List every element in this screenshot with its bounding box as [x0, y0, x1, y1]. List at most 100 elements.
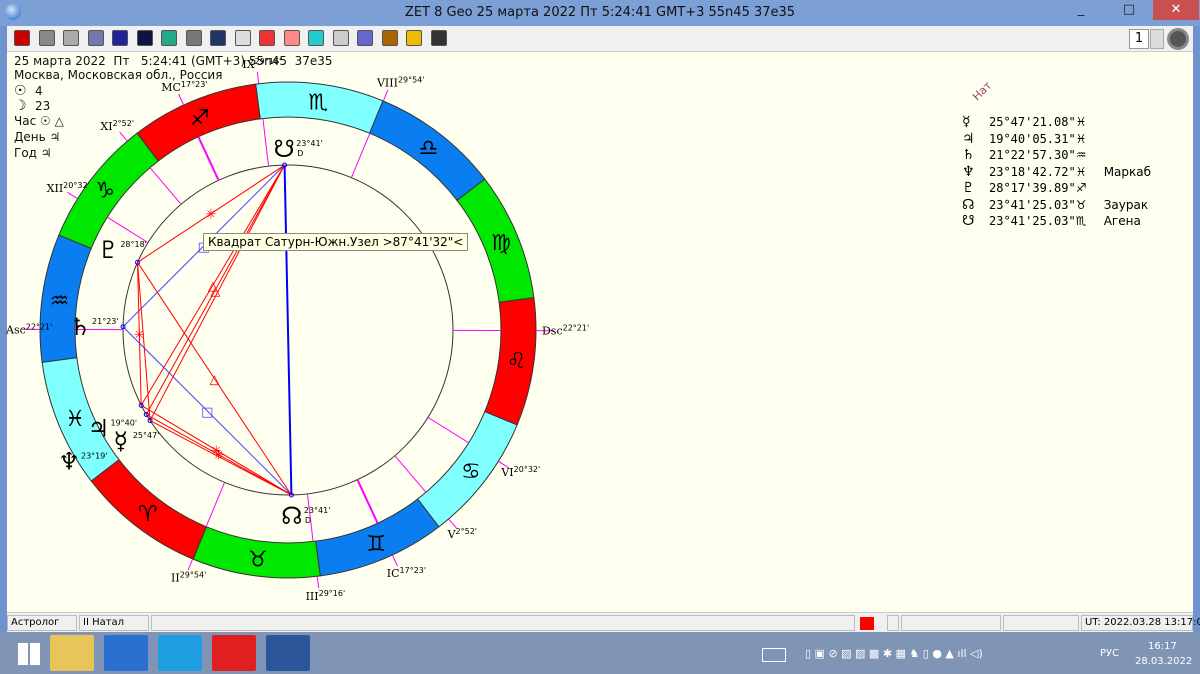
planet-position-row: ☿ 25°47'21.08"♓	[962, 114, 1151, 131]
status-ut: UT: 2022.03.28 13:17:00	[1081, 615, 1200, 631]
aspect-trine-marker: △	[209, 373, 219, 388]
ie-icon[interactable]	[158, 635, 202, 671]
day-ruler: День ♃	[14, 130, 61, 144]
sun-value: 4	[35, 84, 43, 98]
house-degree: 2°52'	[456, 527, 477, 536]
house-name: III	[306, 590, 319, 603]
status-panel	[1003, 615, 1079, 631]
status-indicator	[860, 617, 874, 630]
zodiac-sign-glyph: ♐	[190, 106, 210, 131]
fixed-star: Заурак	[1103, 197, 1149, 212]
house-cusp-line	[394, 455, 427, 493]
sign-glyph: ♏	[1075, 214, 1087, 228]
planet-glyph: ♃	[962, 130, 975, 147]
zodiac-sign-glyph: ♏	[308, 90, 328, 115]
planet-position-row: ♃ 19°40'05.31"♓	[962, 131, 1151, 148]
south-node-direct-label: D	[297, 149, 303, 158]
tray-icons[interactable]: ▯ ▣ ⊘ ▧ ▨ ▩ ✱ ▦ ♞ ▯ ● ▲ ıll ◁)	[805, 647, 1085, 663]
house-name: VIII	[376, 77, 398, 90]
south-node-degree: 23°41'	[296, 139, 323, 148]
planet-longitude: 23°18'42.72"	[989, 164, 1076, 179]
sign-glyph: ♓	[1075, 115, 1087, 129]
house-name: Dsc	[542, 325, 563, 338]
aspect-sextile-marker: ✳	[206, 208, 217, 223]
start-icon[interactable]	[8, 635, 52, 671]
mercury-icon: ☿	[113, 427, 128, 455]
aspect-line-opposition	[283, 165, 293, 495]
planet-position-row: ☋ 23°41'25.03"♏ Агена	[962, 213, 1151, 230]
hour-ruler: Час ☉ △	[14, 114, 64, 128]
zodiac-sign-glyph: ♋	[461, 459, 481, 484]
chart-date-line: 25 марта 2022 Пт 5:24:41 (GMT+3) 55n45 3…	[14, 54, 333, 68]
north-node-direct-label: D	[305, 516, 311, 525]
house-name: MC	[161, 81, 181, 94]
yandex-icon[interactable]	[212, 635, 256, 671]
language-indicator[interactable]: РУС	[1100, 648, 1119, 659]
house-cusp-label: Dsc22°21'	[542, 324, 589, 338]
status-user: Астролог	[7, 615, 77, 631]
sign-glyph: ♐	[1075, 181, 1087, 195]
status-bar: Астролог II Натал UT: 2022.03.28 13:17:0…	[7, 612, 1200, 632]
zodiac-sign-glyph: ♊	[366, 532, 386, 557]
house-cusp-tick	[256, 71, 260, 84]
keyboard-icon[interactable]	[762, 648, 786, 662]
planet-glyph: ☊	[962, 196, 975, 213]
house-degree: 29°16'	[319, 589, 346, 598]
sun-icon: ☉	[14, 83, 27, 99]
house-cusp-label: V2°52'	[447, 527, 477, 541]
planet-glyph: ♄	[962, 147, 975, 163]
house-cusp-tick	[382, 89, 389, 102]
planet-glyph: ♇	[962, 180, 975, 196]
planet-glyph: ♆	[962, 163, 975, 180]
moon-value: 23	[35, 99, 51, 113]
clock-time[interactable]: 16:17	[1148, 641, 1177, 652]
sign-glyph: ♉	[1075, 197, 1087, 212]
house-cusp-tick	[119, 131, 128, 142]
planet-longitude: 23°41'25.03"	[989, 197, 1076, 212]
house-degree: 17°23'	[400, 566, 427, 575]
planet-longitude: 25°47'21.08"	[989, 115, 1076, 129]
zodiac-sign-glyph: ♑	[95, 179, 115, 204]
planet-glyph: ☿	[962, 114, 971, 130]
house-cusp-label: VI20°32'	[500, 465, 540, 479]
jupiter-icon: ♃	[88, 414, 110, 442]
planet-longitude: 21°22'57.30"	[989, 148, 1076, 162]
planet-longitude: 19°40'05.31"	[989, 131, 1076, 146]
neptune-degree: 23°19'	[81, 452, 108, 461]
house-cusp-line	[350, 133, 371, 178]
house-cusp-tick	[316, 576, 320, 589]
planet-glyph: ☋	[962, 213, 975, 229]
planet-position-row: ♇ 28°17'39.89"♐	[962, 180, 1151, 197]
status-panel	[901, 615, 1001, 631]
house-cusp-tick	[391, 554, 398, 567]
zodiac-sign-glyph: ♌	[507, 349, 527, 374]
zodiac-sign-glyph: ♈	[138, 502, 158, 527]
house-degree: 20°32'	[514, 465, 541, 474]
house-name: IC	[387, 567, 400, 580]
explorer-icon[interactable]	[50, 635, 94, 671]
house-degree: 29°54'	[398, 76, 425, 85]
house-cusp-label: XI2°52'	[100, 119, 134, 133]
saturn-degree: 21°23'	[92, 317, 119, 326]
mercury-degree: 25°47'	[133, 431, 160, 440]
year-ruler: Год ♃	[14, 146, 52, 160]
clock-date[interactable]: 28.03.2022	[1135, 656, 1192, 667]
house-name: VI	[500, 466, 513, 479]
north-node-icon: ☊	[281, 502, 302, 530]
zodiac-sign-glyph: ♒	[50, 289, 70, 314]
chart-location: Москва, Московская обл., Россия	[14, 68, 223, 82]
aspect-tooltip: Квадрат Сатурн-Южн.Узел >87°41'32"<	[203, 233, 469, 251]
saturn-icon: ♄	[69, 313, 91, 341]
planet-position-row: ♆ 23°18'42.72"♓ Маркаб	[962, 164, 1151, 181]
neptune-icon: ♆	[58, 448, 80, 476]
aspect-line-sextile	[149, 420, 292, 496]
zet-icon[interactable]	[104, 635, 148, 671]
zodiac-sign-glyph: ♉	[248, 548, 268, 573]
house-degree: 2°52'	[113, 119, 134, 128]
house-cusp-label: IC17°23'	[387, 566, 426, 580]
house-cusp-line	[356, 479, 379, 524]
word-icon[interactable]	[266, 635, 310, 671]
house-name: XII	[47, 182, 64, 195]
house-cusp-line	[427, 416, 469, 444]
north-node-degree: 23°41'	[304, 506, 331, 515]
